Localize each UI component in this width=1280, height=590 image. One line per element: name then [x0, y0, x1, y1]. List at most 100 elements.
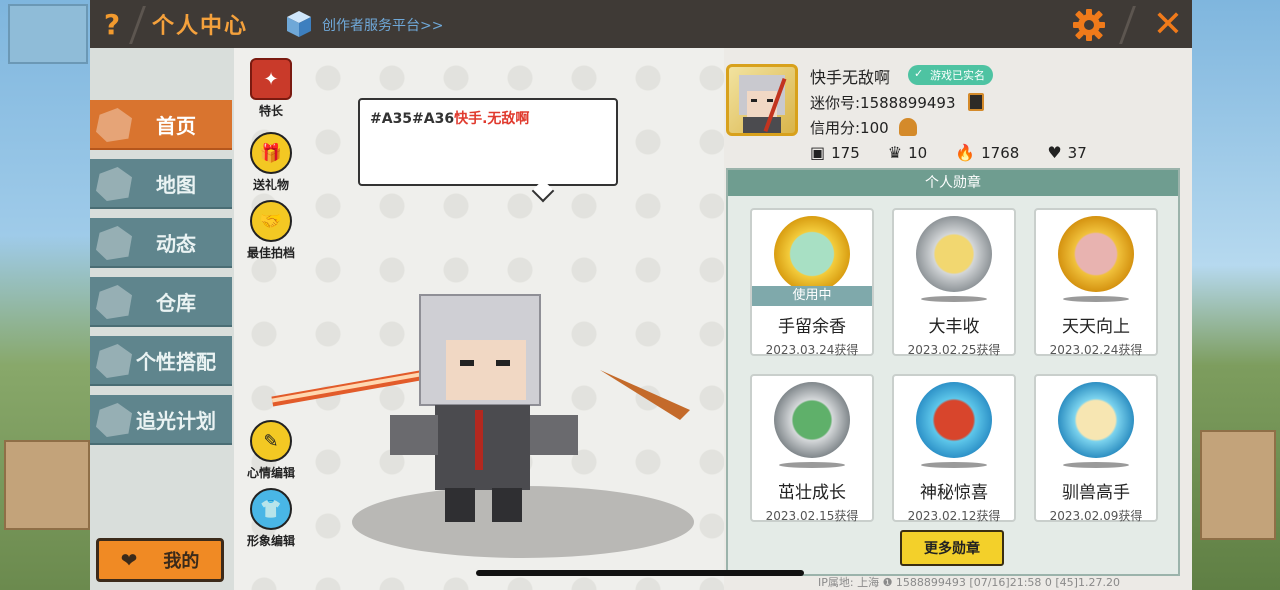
creator-platform-link[interactable]: 创作者服务平台>> [322, 15, 443, 35]
sidebar-item-label: 地图 [156, 172, 196, 197]
credit-score: 信用分:100 [810, 117, 918, 138]
title-bar: ? 个人中心 创作者服务平台>> ✕ [90, 0, 1192, 48]
medal-base [779, 462, 845, 468]
badge-name: 手留余香 [778, 317, 846, 337]
sidebar-item-label: 首页 [156, 113, 196, 138]
badge-date: 2023.02.12获得 [907, 509, 1001, 523]
badges-title: 个人勋章 [728, 170, 1178, 196]
my-button[interactable]: ❤ 我的 [96, 538, 224, 582]
tool-send-gift[interactable]: 🎁 送礼物 [236, 132, 306, 193]
mini-id: 迷你号:1588899493 [810, 92, 985, 113]
tool-label: 特长 [258, 104, 283, 118]
medal-base [921, 462, 987, 468]
title-divider [1119, 6, 1136, 44]
badge-card[interactable]: 茁壮成长 2023.02.15获得 [750, 374, 874, 523]
chase-light-icon [96, 403, 132, 437]
sidebar-item-activity[interactable]: 动态 [90, 218, 232, 268]
profile-stats: ▣ 175 ♛ 10 🔥 1768 ♥ 37 [810, 143, 1115, 162]
sidebar-item-label: 个性搭配 [136, 349, 216, 374]
badge-card[interactable]: 驯兽高手 2023.02.09获得 [1034, 374, 1158, 523]
in-use-label: 使用中 [752, 286, 872, 306]
person-icon[interactable] [899, 118, 918, 136]
help-button[interactable]: ? [90, 0, 134, 48]
badge-date: 2023.03.24获得 [765, 343, 859, 357]
handshake-icon: 🤝 [250, 200, 292, 242]
fans-icon: ♛ [887, 143, 903, 162]
tool-specialty[interactable]: ✦ 特长 [236, 58, 306, 119]
badge-medal-icon [1058, 382, 1134, 458]
page-title: 个人中心 [152, 14, 249, 39]
medal-base [921, 296, 987, 302]
heart-icon: ♥ [1047, 143, 1062, 162]
scenery-block [8, 4, 88, 64]
outfit-icon [96, 344, 132, 378]
badge-name: 神秘惊喜 [920, 483, 988, 503]
heart-icon: ❤ [120, 548, 138, 572]
mini-id-text: 迷你号:1588899493 [810, 94, 956, 112]
speech-prefix: #A35#A36 [370, 111, 455, 127]
footer-info: IP属地: 上海 ❶ 1588899493 [07/16]21:58 0 [45… [818, 576, 1120, 589]
personal-center-window: ? 个人中心 创作者服务平台>> ✕ 首页 地图 动态 仓库 个性搭配 追光计划… [90, 0, 1192, 590]
gift-icon: 🎁 [250, 132, 292, 174]
stat-fans[interactable]: ♛ 10 [888, 143, 927, 162]
more-badges-button[interactable]: 更多勋章 [900, 530, 1004, 566]
badges-panel: 个人勋章 使用中 手留余香 2023.03.24获得 大丰收 2023.02.2… [726, 168, 1180, 576]
close-button[interactable]: ✕ [1148, 3, 1188, 45]
badge-medal-icon [916, 382, 992, 458]
close-icon: ✕ [1152, 3, 1184, 45]
badge-medal-icon [774, 216, 850, 292]
home-icon [96, 108, 132, 142]
my-button-label: 我的 [163, 551, 200, 572]
sidebar-item-map[interactable]: 地图 [90, 159, 232, 209]
badge-date: 2023.02.25获得 [907, 343, 1001, 357]
badge-name: 天天向上 [1062, 317, 1130, 337]
badge-card[interactable]: 天天向上 2023.02.24获得 [1034, 208, 1158, 357]
sidebar-item-label: 动态 [156, 231, 196, 256]
stat-heat[interactable]: 🔥 1768 [955, 143, 1019, 162]
player-avatar-character[interactable] [270, 250, 700, 540]
bell-icon [96, 226, 132, 260]
specialty-icon: ✦ [250, 58, 292, 100]
profile-avatar[interactable] [726, 64, 798, 136]
cube-icon [287, 11, 311, 37]
badge-card[interactable]: 大丰收 2023.02.25获得 [892, 208, 1016, 357]
settings-gear-icon[interactable] [1072, 8, 1106, 42]
badge-card[interactable]: 神秘惊喜 2023.02.12获得 [892, 374, 1016, 523]
badge-date: 2023.02.24获得 [1049, 343, 1143, 357]
badge-date: 2023.02.15获得 [765, 509, 859, 523]
sidebar-item-outfit[interactable]: 个性搭配 [90, 336, 232, 386]
scenery-block [4, 440, 90, 530]
credit-score-text: 信用分:100 [810, 119, 889, 137]
badge-name: 大丰收 [928, 317, 980, 337]
sidebar-item-home[interactable]: 首页 [90, 100, 232, 150]
sidebar-item-warehouse[interactable]: 仓库 [90, 277, 232, 327]
badge-date: 2023.02.09获得 [1049, 509, 1143, 523]
medal-base [1063, 296, 1129, 302]
sidebar: 首页 地图 动态 仓库 个性搭配 追光计划 ❤ 我的 [90, 48, 234, 590]
background-scenery-left [0, 0, 92, 590]
copy-icon[interactable] [968, 93, 985, 111]
tool-label: 送礼物 [252, 178, 289, 192]
stat-likes-value: 37 [1067, 143, 1087, 162]
help-icon: ? [103, 7, 121, 41]
badge-card[interactable]: 使用中 手留余香 2023.03.24获得 [750, 208, 874, 357]
badge-medal-icon [916, 216, 992, 292]
warehouse-icon [96, 285, 132, 319]
sidebar-item-label: 仓库 [156, 290, 196, 315]
badge-medal-icon [1058, 216, 1134, 292]
speech-name: 快手.无敌啊 [454, 111, 530, 127]
avatar-portrait [739, 75, 787, 133]
background-scenery-right [1188, 0, 1280, 590]
home-indicator[interactable] [476, 570, 804, 576]
scenery-block [1200, 430, 1276, 540]
stat-likes[interactable]: ♥ 37 [1047, 143, 1086, 162]
sidebar-item-chase-light[interactable]: 追光计划 [90, 395, 232, 445]
sidebar-item-label: 追光计划 [136, 408, 216, 433]
stat-posts[interactable]: ▣ 175 [810, 143, 860, 162]
verified-badge: 游戏已实名 [908, 65, 993, 85]
player-name: 快手无敌啊 [810, 68, 891, 87]
stat-posts-value: 175 [831, 143, 860, 162]
badge-name: 茁壮成长 [778, 483, 846, 503]
badge-medal-icon [774, 382, 850, 458]
stat-heat-value: 1768 [981, 143, 1020, 162]
